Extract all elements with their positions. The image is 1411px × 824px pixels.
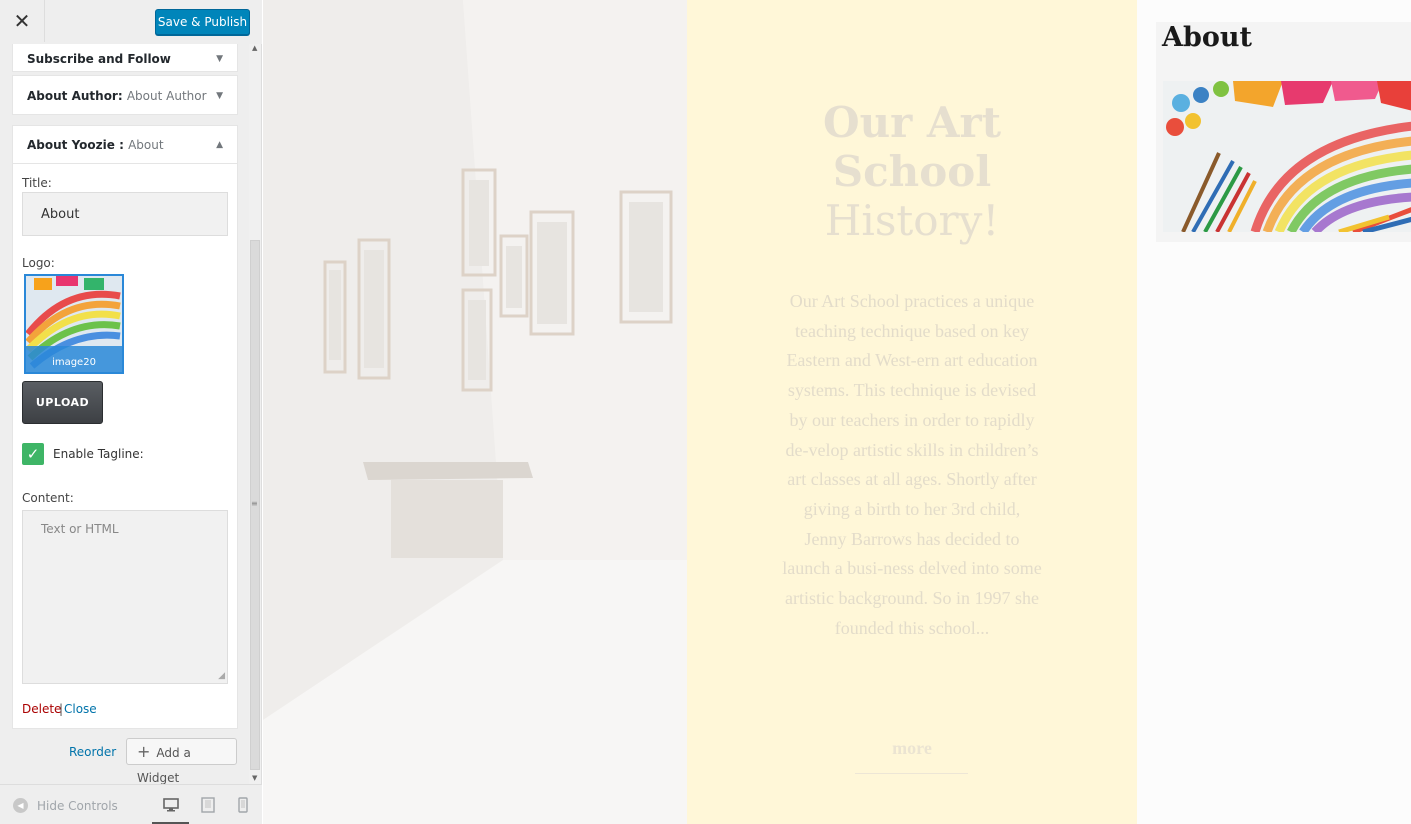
checkmark-icon: ✓ bbox=[26, 445, 40, 463]
customizer-header: ✕ Save & Publish bbox=[0, 0, 262, 44]
link-separator: | bbox=[59, 702, 64, 716]
tablet-preview-icon[interactable] bbox=[201, 797, 215, 817]
reorder-link[interactable]: Reorder bbox=[69, 745, 116, 759]
hide-controls-button[interactable]: Hide Controls bbox=[37, 799, 118, 813]
close-widget-link[interactable]: Close bbox=[64, 702, 97, 716]
desktop-preview-icon[interactable] bbox=[163, 797, 179, 817]
logo-thumbnail[interactable]: image20 bbox=[24, 274, 124, 374]
widget-title-main: About Author: bbox=[27, 89, 123, 103]
customizer-sidebar: ✕ Save & Publish Subscribe and Follow ▼ … bbox=[0, 0, 262, 824]
title-input[interactable]: About bbox=[22, 192, 228, 236]
widget-title: Subscribe and Follow bbox=[27, 52, 171, 66]
enable-tagline-checkbox[interactable]: ✓ bbox=[22, 443, 44, 465]
hero-title-line: History! bbox=[824, 196, 1000, 245]
widget-list: Subscribe and Follow ▼ About Author: Abo… bbox=[0, 44, 262, 784]
delete-widget-link[interactable]: Delete bbox=[22, 702, 61, 716]
about-widget-preview: About bbox=[1156, 22, 1411, 242]
upload-button[interactable]: UPLOAD bbox=[22, 381, 103, 424]
gallery-illustration bbox=[263, 0, 687, 824]
save-publish-button[interactable]: Save & Publish bbox=[155, 9, 250, 35]
enable-tagline-label: Enable Tagline: bbox=[53, 447, 144, 461]
more-link[interactable]: more bbox=[687, 738, 1137, 759]
widget-title-sub: About bbox=[128, 138, 164, 152]
content-field-label: Content: bbox=[22, 491, 74, 505]
widget-title: About Yoozie : About bbox=[27, 138, 164, 152]
chevron-up-icon[interactable]: ▲ bbox=[216, 140, 223, 150]
collapse-arrow-icon[interactable]: ◀ bbox=[13, 798, 28, 813]
content-textarea[interactable]: Text or HTML ◢ bbox=[22, 510, 228, 684]
add-widget-button[interactable]: + Add a Widget bbox=[126, 738, 237, 784]
about-widget-image bbox=[1163, 81, 1411, 232]
resize-handle-icon[interactable]: ◢ bbox=[218, 671, 225, 681]
about-widget-heading: About bbox=[1162, 22, 1252, 53]
customizer-footer: ◀ Hide Controls bbox=[0, 784, 262, 824]
chevron-down-icon[interactable]: ▼ bbox=[216, 91, 223, 101]
widget-title-sub: About Author bbox=[126, 89, 207, 103]
title-field-label: Title: bbox=[22, 176, 52, 190]
scrollbar-grip-icon: ≡ bbox=[251, 499, 258, 508]
more-underline-divider bbox=[855, 773, 968, 774]
sidebar-scrollbar[interactable]: ▲ ≡ ▼ bbox=[249, 44, 261, 784]
logo-filename: image20 bbox=[52, 357, 96, 368]
widget-subscribe-follow[interactable]: Subscribe and Follow ▼ bbox=[12, 44, 238, 72]
hero-title-line: School bbox=[832, 147, 992, 196]
gallery-background-image bbox=[263, 0, 687, 824]
site-preview: Our Art School History! Our Art School p… bbox=[263, 0, 1411, 824]
logo-field-label: Logo: bbox=[22, 256, 55, 270]
widget-about-author[interactable]: About Author: About Author ▼ bbox=[12, 75, 238, 115]
mobile-preview-icon[interactable] bbox=[238, 797, 248, 817]
hero-body-text: Our Art School practices a unique teachi… bbox=[782, 291, 1042, 638]
plus-icon: + bbox=[137, 742, 151, 761]
art-supplies-illustration bbox=[1163, 81, 1411, 232]
chevron-down-icon[interactable]: ▼ bbox=[216, 54, 223, 64]
scroll-down-arrow-icon[interactable]: ▼ bbox=[252, 774, 257, 782]
close-customizer-button[interactable]: ✕ bbox=[0, 0, 45, 42]
content-placeholder: Text or HTML bbox=[41, 522, 119, 536]
hero-title-line: Our Art bbox=[823, 98, 1001, 147]
scroll-up-arrow-icon[interactable]: ▲ bbox=[252, 44, 257, 52]
widget-header-about-yoozie[interactable]: About Yoozie : About ▲ bbox=[13, 126, 237, 164]
hero-title: Our Art School History! bbox=[687, 98, 1137, 245]
widget-about-yoozie: About Yoozie : About ▲ Title: About Logo… bbox=[12, 125, 238, 729]
hero-text-panel: Our Art School History! Our Art School p… bbox=[687, 0, 1137, 824]
widget-title: About Author: About Author bbox=[27, 89, 207, 103]
widget-title-main: About Yoozie : bbox=[27, 138, 124, 152]
